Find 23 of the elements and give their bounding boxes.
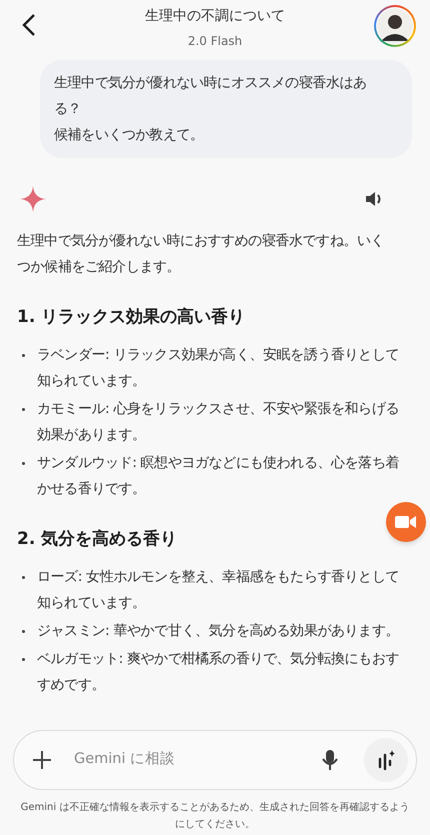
response-paragraph: 生理中で気分が優れない時におすすめの寝香水ですね。いくつか候補をご紹介します。 xyxy=(17,232,386,277)
list-item-text: ラベンダー: リラックス効果が高く、安眠を誘う香りとして知られています。 xyxy=(37,346,400,391)
record-button[interactable] xyxy=(386,502,426,542)
live-button[interactable] xyxy=(364,738,408,782)
message-input[interactable]: Gemini に相談 xyxy=(74,749,322,771)
disclaimer-text: Gemini は不正確な情報を表示することがあるため、生成された回答を再確認するようにしてください。 xyxy=(20,800,410,832)
section-heading: 1. リラックス効果の高い香り xyxy=(17,306,246,329)
section-heading: 2. 気分を高める香り xyxy=(17,528,178,551)
plus-icon xyxy=(32,750,52,770)
message-text: 候補をいくつか教えて。 xyxy=(54,126,205,145)
message-text: 生理中で気分が優れない時にオススメの寝香水はある？ xyxy=(54,74,368,119)
video-camera-icon xyxy=(395,515,417,529)
model-label: 2.0 Flash xyxy=(188,33,242,50)
chat-title: 生理中の不調について xyxy=(145,7,285,26)
list-item-text: サンダルウッド: 瞑想やヨガなどにも使われる、心を落ち着かせる香りです。 xyxy=(37,454,400,499)
list-item-text: ローズ: 女性ホルモンを整え、幸福感をもたらす香りとして知られています。 xyxy=(37,568,400,613)
sparkle-icon xyxy=(20,186,46,212)
list-item-text: ジャスミン: 華やかで甘く、気分を高める効果があります。 xyxy=(37,622,399,641)
microphone-button[interactable] xyxy=(322,749,338,771)
avatar[interactable] xyxy=(374,5,416,47)
sparkle-bars-icon xyxy=(376,749,396,771)
list-item-text: カモミール: 心身をリラックスさせ、不安や緊張を和らげる効果があります。 xyxy=(37,400,400,445)
list-item-text: ベルガモット: 爽やかで柑橘系の香りで、気分転換にもおすすめです。 xyxy=(37,650,400,695)
